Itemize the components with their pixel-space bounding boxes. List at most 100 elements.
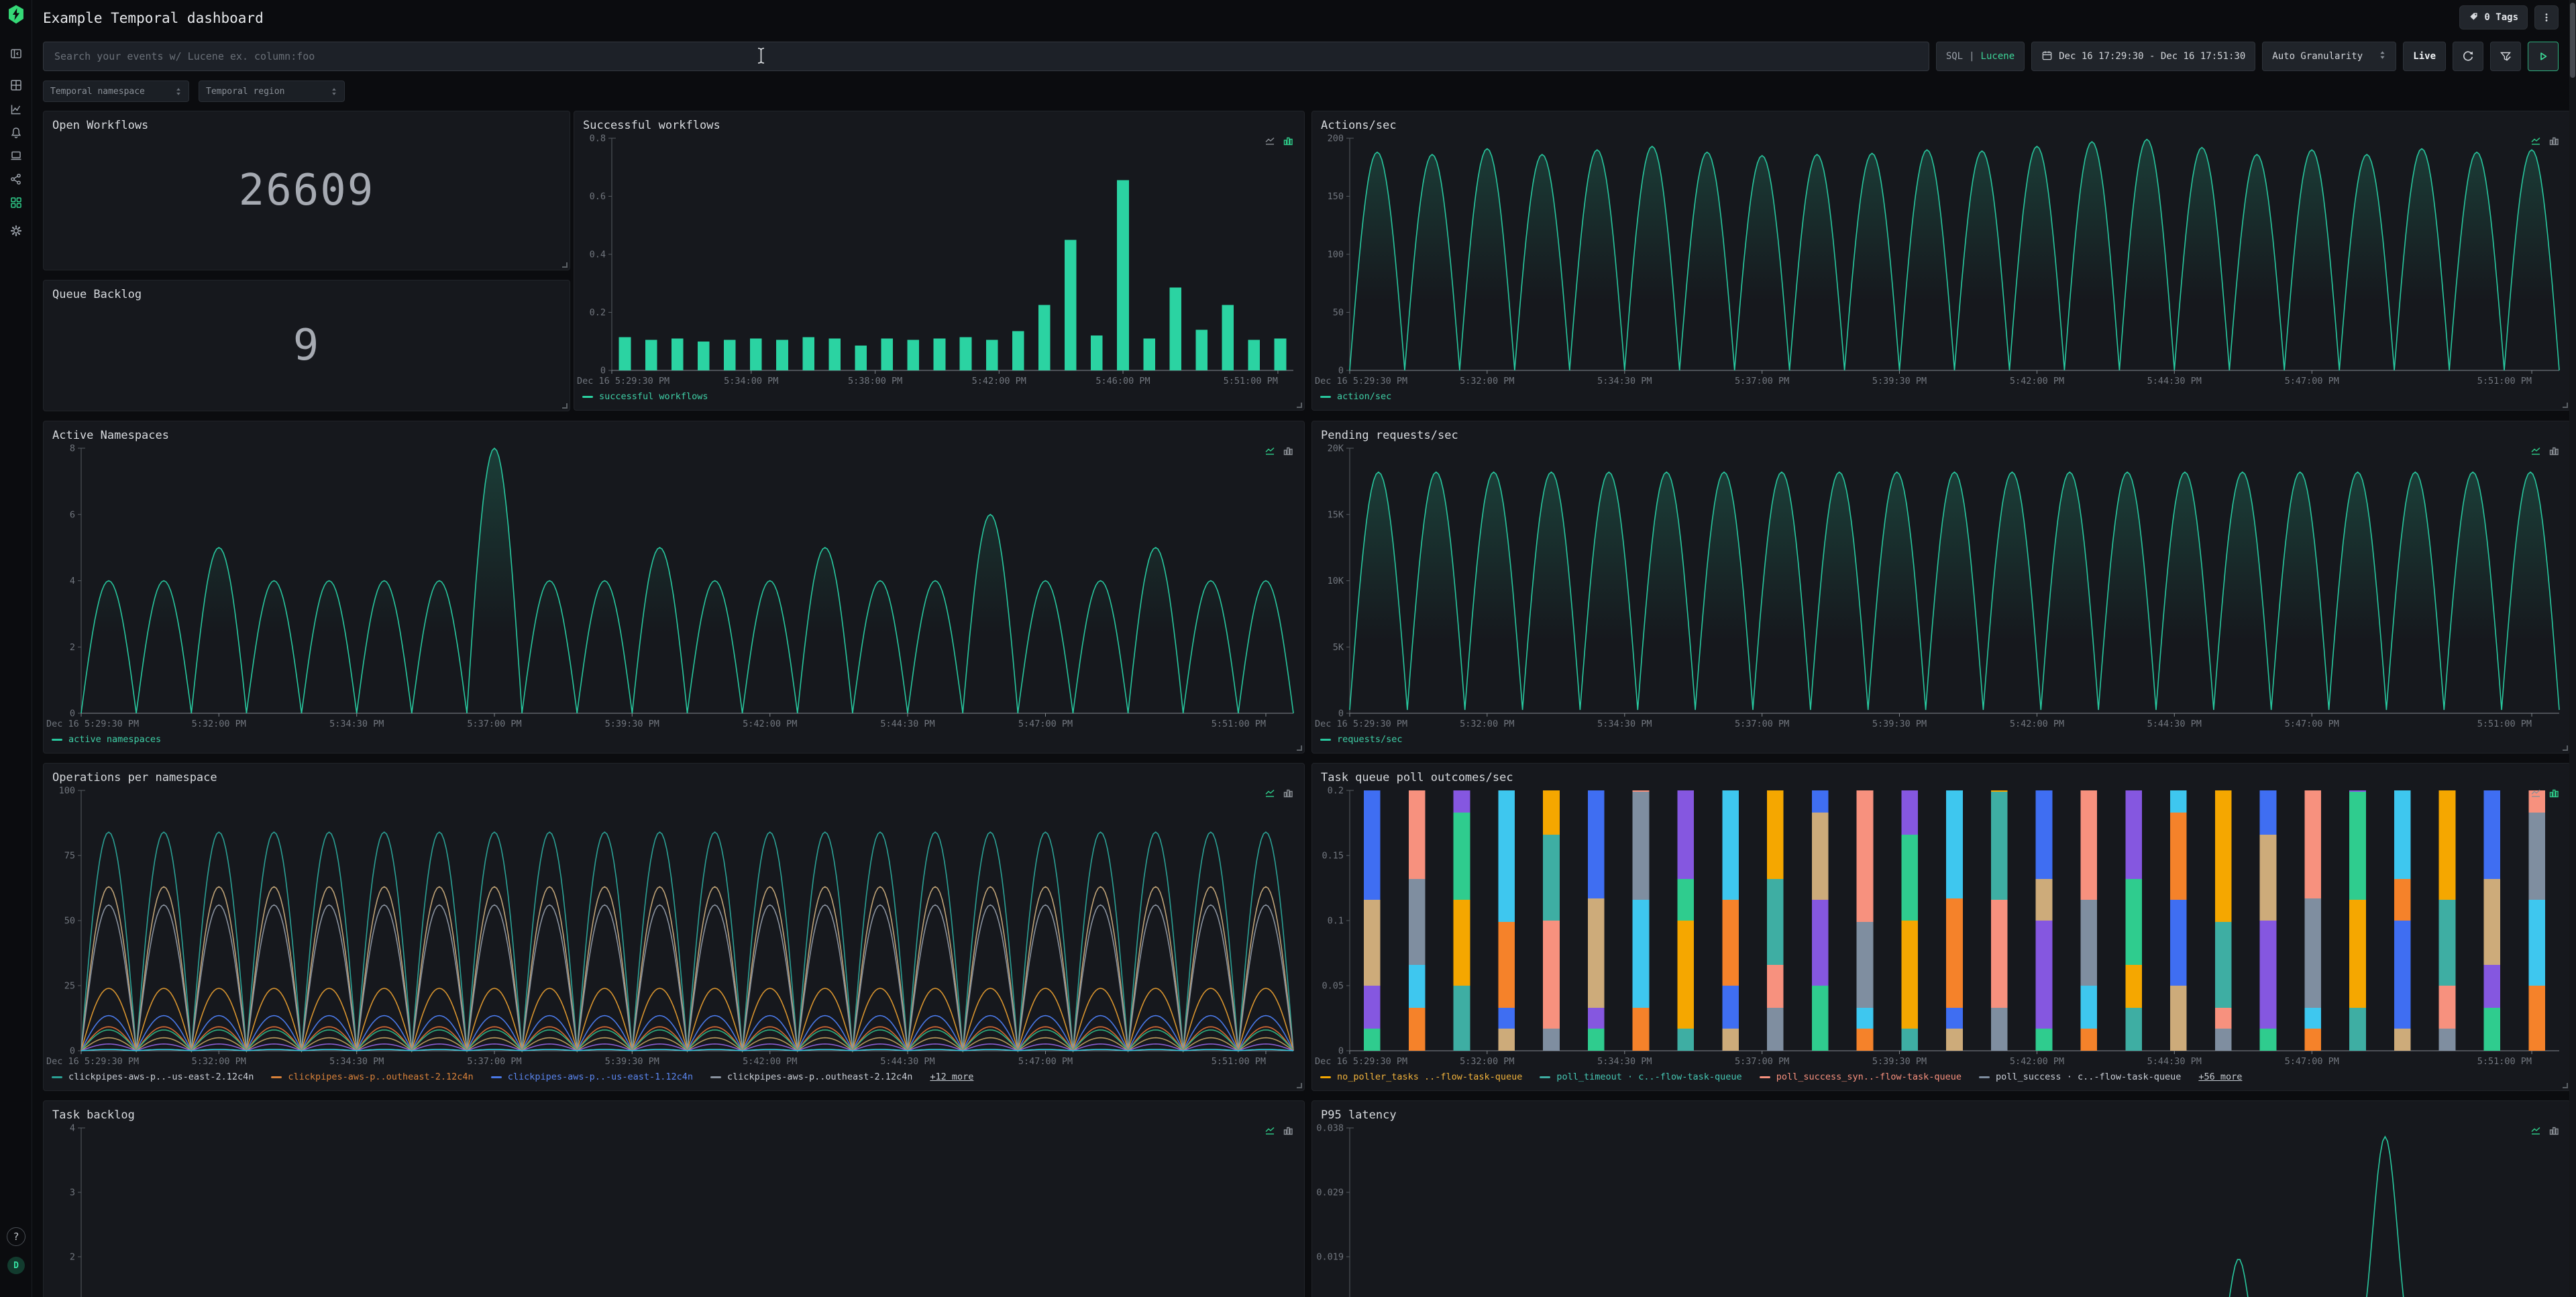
- svg-text:5:39:30 PM: 5:39:30 PM: [1872, 719, 1927, 729]
- svg-text:5:51:00 PM: 5:51:00 PM: [1212, 1056, 1266, 1067]
- query-language-toggle[interactable]: SQL | Lucene: [1936, 42, 2025, 71]
- panel-title: Actions/sec: [1321, 119, 1397, 132]
- task-queue-poll-outcomes-chart[interactable]: 0.20.150.10.050Dec 16 5:29:30 PM5:32:00 …: [1312, 764, 2570, 1090]
- alerts-bell-icon[interactable]: [5, 122, 27, 144]
- service-map-icon[interactable]: [5, 168, 27, 190]
- legend-more-link[interactable]: +56 more: [2198, 1072, 2242, 1082]
- page-scrollbar: [2569, 0, 2576, 1297]
- panel-title: Open Workflows: [52, 119, 148, 132]
- legend-label: clickpipes-aws-p..outheast-2.12c4n: [727, 1072, 912, 1082]
- page-title: Example Temporal dashboard: [43, 10, 264, 26]
- legend-item[interactable]: clickpipes-aws-p..-us-east-2.12c4n: [52, 1072, 254, 1082]
- legend-item[interactable]: poll_timeout · c..-flow-task-queue: [1540, 1072, 1741, 1082]
- bar-view-icon[interactable]: [2548, 136, 2559, 149]
- svg-text:5:42:00 PM: 5:42:00 PM: [972, 376, 1026, 386]
- svg-text:2: 2: [70, 1252, 75, 1263]
- svg-text:5:34:30 PM: 5:34:30 PM: [1597, 1056, 1652, 1067]
- legend-label: action/sec: [1337, 391, 1391, 402]
- line-view-icon[interactable]: [2530, 136, 2541, 149]
- user-avatar[interactable]: D: [7, 1257, 25, 1274]
- bar-view-icon[interactable]: [1283, 446, 1293, 459]
- bar-view-icon[interactable]: [2548, 1125, 2559, 1139]
- legend-swatch: [1979, 1076, 1990, 1078]
- query-language-lucene[interactable]: Lucene: [1981, 51, 2015, 62]
- dashboards-icon[interactable]: [5, 192, 27, 213]
- actions-per-sec-chart[interactable]: 200150100500Dec 16 5:29:30 PM5:32:00 PM5…: [1312, 111, 2570, 410]
- operations-per-namespace-chart[interactable]: 1007550250Dec 16 5:29:30 PM5:32:00 PM5:3…: [44, 764, 1304, 1090]
- legend-item[interactable]: requests/sec: [1320, 734, 1403, 745]
- legend-more-link[interactable]: +12 more: [930, 1072, 973, 1082]
- tag-icon: [2469, 11, 2479, 24]
- bar-view-icon[interactable]: [2548, 788, 2559, 801]
- run-query-button[interactable]: [2528, 42, 2559, 71]
- resize-handle[interactable]: [2563, 1083, 2568, 1088]
- line-view-icon[interactable]: [1265, 136, 1275, 149]
- app-logo[interactable]: [7, 5, 25, 25]
- filter-temporal-region[interactable]: Temporal region: [199, 81, 345, 102]
- collapse-sidebar-icon[interactable]: [5, 43, 27, 64]
- pending-requests-chart[interactable]: 20K15K10K5K0Dec 16 5:29:30 PM5:32:00 PM5…: [1312, 421, 2570, 753]
- line-view-icon[interactable]: [1265, 1125, 1275, 1139]
- scrollbar-thumb[interactable]: [2570, 3, 2575, 78]
- bar-view-icon[interactable]: [1283, 788, 1293, 801]
- resize-handle[interactable]: [562, 262, 568, 268]
- bar-view-icon[interactable]: [1283, 136, 1293, 149]
- refresh-button[interactable]: [2453, 42, 2483, 71]
- views-grid-icon[interactable]: [5, 74, 27, 96]
- bar-view-icon[interactable]: [1283, 1125, 1293, 1139]
- resize-handle[interactable]: [2563, 745, 2568, 751]
- legend-item[interactable]: poll_success · c..-flow-task-queue: [1979, 1072, 2181, 1082]
- live-button[interactable]: Live: [2403, 42, 2446, 71]
- metrics-chart-icon[interactable]: [5, 99, 27, 120]
- legend-swatch: [1320, 739, 1331, 741]
- svg-text:0: 0: [1338, 1046, 1344, 1057]
- active-namespaces-chart[interactable]: 86420Dec 16 5:29:30 PM5:32:00 PM5:34:30 …: [44, 421, 1304, 753]
- svg-text:5:47:00 PM: 5:47:00 PM: [2285, 719, 2339, 729]
- tags-button[interactable]: 0 Tags: [2459, 5, 2528, 30]
- p95-latency-chart[interactable]: 0.0380.0290.0190.0100: [1312, 1101, 2570, 1297]
- svg-text:5:46:00 PM: 5:46:00 PM: [1095, 376, 1150, 386]
- legend-item[interactable]: active namespaces: [52, 734, 161, 745]
- svg-text:25: 25: [64, 981, 75, 992]
- line-view-icon[interactable]: [2530, 446, 2541, 459]
- legend-item[interactable]: action/sec: [1320, 391, 1391, 402]
- search-input[interactable]: [43, 42, 1929, 71]
- settings-gear-icon[interactable]: [5, 220, 27, 242]
- svg-text:Dec 16 5:29:30 PM: Dec 16 5:29:30 PM: [1315, 1056, 1407, 1067]
- queue-backlog-value: 9: [293, 321, 321, 370]
- resize-handle[interactable]: [2563, 403, 2568, 408]
- successful-workflows-chart[interactable]: 0.80.60.40.20Dec 16 5:29:30 PM5:34:00 PM…: [574, 111, 1304, 410]
- legend-item[interactable]: clickpipes-aws-p..outheast-2.12c4n: [710, 1072, 912, 1082]
- resize-handle[interactable]: [1297, 1083, 1302, 1088]
- legend-item[interactable]: no_poller_tasks ..-flow-task-queue: [1320, 1072, 1522, 1082]
- bar-view-icon[interactable]: [2548, 446, 2559, 459]
- more-menu-button[interactable]: [2534, 5, 2559, 30]
- resize-handle[interactable]: [562, 403, 568, 409]
- resize-handle[interactable]: [1297, 403, 1302, 408]
- granularity-select[interactable]: Auto Granularity: [2262, 42, 2396, 71]
- legend-item[interactable]: successful workflows: [582, 391, 708, 402]
- help-button[interactable]: ?: [7, 1227, 25, 1246]
- legend-item[interactable]: clickpipes-aws-p..-us-east-1.12c4n: [491, 1072, 693, 1082]
- line-view-icon[interactable]: [1265, 446, 1275, 459]
- resize-handle[interactable]: [1297, 745, 1302, 751]
- legend-item[interactable]: clickpipes-aws-p..outheast-2.12c4n: [271, 1072, 473, 1082]
- svg-text:8: 8: [70, 444, 75, 454]
- legend-swatch: [52, 739, 62, 741]
- line-view-icon[interactable]: [1265, 788, 1275, 801]
- hosts-laptop-icon[interactable]: [5, 145, 27, 166]
- svg-text:5:32:00 PM: 5:32:00 PM: [1460, 1056, 1514, 1067]
- svg-text:5:37:00 PM: 5:37:00 PM: [1735, 1056, 1789, 1067]
- task-backlog-chart[interactable]: 43210: [44, 1101, 1304, 1297]
- legend-item[interactable]: poll_success_syn..-flow-task-queue: [1760, 1072, 1962, 1082]
- line-view-icon[interactable]: [2530, 1125, 2541, 1139]
- svg-text:0: 0: [70, 709, 75, 719]
- filter-temporal-namespace[interactable]: Temporal namespace: [43, 81, 189, 102]
- filter-edit-button[interactable]: [2490, 42, 2521, 71]
- svg-text:5:47:00 PM: 5:47:00 PM: [1018, 719, 1073, 729]
- date-range-picker[interactable]: Dec 16 17:29:30 - Dec 16 17:51:30: [2031, 42, 2255, 71]
- query-language-sql[interactable]: SQL: [1946, 51, 1963, 62]
- svg-text:75: 75: [64, 851, 75, 862]
- chevron-updown-icon: [2379, 50, 2386, 62]
- line-view-icon[interactable]: [2530, 788, 2541, 801]
